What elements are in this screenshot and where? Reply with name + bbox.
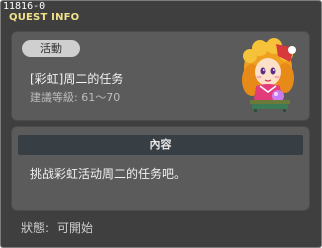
category-badge: 活動 bbox=[22, 40, 80, 57]
quest-summary-panel: 活動 [彩虹]周二的任务 建議等級: 61～70 bbox=[11, 31, 310, 121]
status-label: 狀態: bbox=[21, 221, 50, 235]
content-section-header: 內容 bbox=[18, 135, 303, 155]
quest-description: 挑战彩虹活动周二的任务吧。 bbox=[30, 167, 187, 181]
level-requirement: 建議等級: 61～70 bbox=[30, 91, 121, 104]
window-title: QUEST INFO bbox=[9, 12, 80, 23]
quest-info-window: 11816-0 QUEST INFO 活動 [彩虹]周二的任务 建議等級: 61… bbox=[0, 0, 322, 248]
quest-name: [彩虹]周二的任务 bbox=[30, 72, 124, 86]
npc-portrait-icon bbox=[242, 38, 296, 112]
status-value: 可開始 bbox=[57, 221, 94, 235]
quest-content-panel: 內容 挑战彩虹活动周二的任务吧。 bbox=[11, 126, 310, 211]
